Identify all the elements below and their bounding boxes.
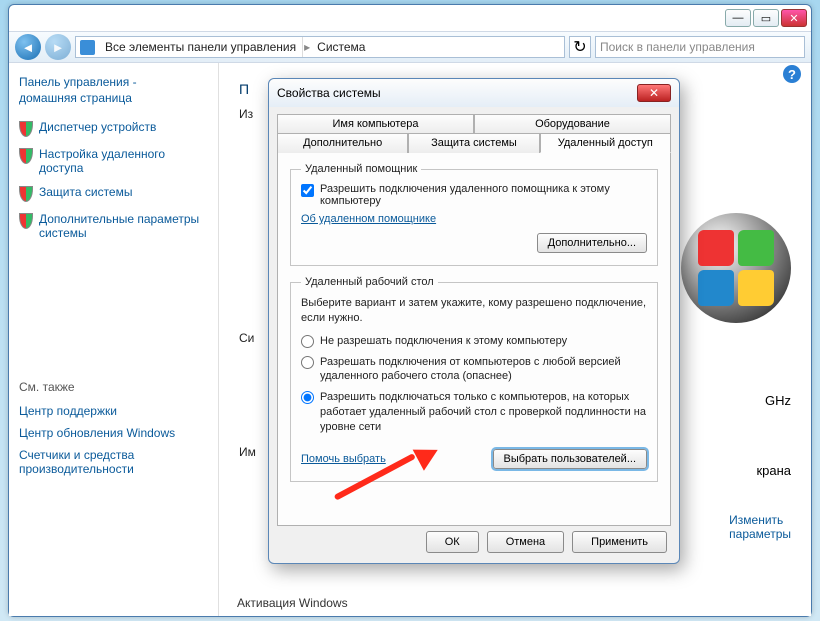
- remote-assistance-legend: Удаленный помощник: [301, 163, 421, 175]
- breadcrumb[interactable]: Все элементы панели управления ▸ Система: [75, 36, 565, 58]
- address-bar: ◄ ► Все элементы панели управления ▸ Сис…: [9, 31, 811, 63]
- close-button[interactable]: ✕: [781, 9, 807, 27]
- search-input[interactable]: Поиск в панели управления: [595, 36, 805, 58]
- dialog-close-button[interactable]: ✕: [637, 84, 671, 102]
- forward-button[interactable]: ►: [45, 34, 71, 60]
- tab-advanced[interactable]: Дополнительно: [277, 133, 408, 153]
- minimize-button[interactable]: —: [725, 9, 751, 27]
- about-remote-assistance-link[interactable]: Об удаленном помощнике: [301, 213, 436, 225]
- allow-remote-assistance-checkbox[interactable]: Разрешить подключения удаленного помощни…: [301, 183, 647, 207]
- change-settings-link[interactable]: Изменитьпараметры: [729, 513, 791, 541]
- system-properties-dialog: Свойства системы ✕ Имя компьютера Оборуд…: [268, 78, 680, 564]
- back-button[interactable]: ◄: [15, 34, 41, 60]
- cancel-button[interactable]: Отмена: [487, 531, 564, 553]
- tab-remote-content: Удаленный помощник Разрешить подключения…: [277, 152, 671, 526]
- shield-icon: [19, 213, 33, 229]
- tab-computer-name[interactable]: Имя компьютера: [277, 114, 474, 133]
- shield-icon: [19, 148, 33, 164]
- screen-label-fragment: крана: [756, 463, 791, 478]
- seealso-action-center[interactable]: Центр поддержки: [19, 404, 208, 418]
- sidebar-item-system-protection[interactable]: Защита системы: [19, 185, 208, 202]
- tab-system-protection[interactable]: Защита системы: [408, 133, 539, 153]
- seealso-windows-update[interactable]: Центр обновления Windows: [19, 426, 208, 440]
- see-also-heading: См. также: [19, 380, 208, 394]
- rdp-radio-any[interactable]: [301, 356, 314, 369]
- seealso-perf-tools[interactable]: Счетчики и средства производительности: [19, 448, 208, 476]
- rdp-option-any[interactable]: Разрешать подключения от компьютеров с л…: [301, 355, 647, 385]
- remote-desktop-description: Выберите вариант и затем укажите, кому р…: [301, 296, 647, 326]
- shield-icon: [19, 121, 33, 137]
- tab-hardware[interactable]: Оборудование: [474, 114, 671, 133]
- allow-remote-assistance-input[interactable]: [301, 184, 314, 197]
- refresh-button[interactable]: ↻: [569, 36, 591, 58]
- apply-button[interactable]: Применить: [572, 531, 667, 553]
- dialog-title-text: Свойства системы: [277, 86, 381, 100]
- breadcrumb-leaf[interactable]: Система: [311, 37, 371, 57]
- rdp-option-deny[interactable]: Не разрешать подключения к этому компьют…: [301, 334, 647, 349]
- titlebar: — ▭ ✕: [9, 5, 811, 31]
- select-users-button[interactable]: Выбрать пользователей...: [493, 449, 648, 469]
- chevron-right-icon: ▸: [304, 40, 310, 54]
- help-icon[interactable]: ?: [783, 65, 801, 83]
- remote-desktop-legend: Удаленный рабочий стол: [301, 276, 438, 288]
- rdp-radio-nla[interactable]: [301, 391, 314, 404]
- ghz-label: GHz: [765, 393, 791, 408]
- control-panel-home-link[interactable]: Панель управления -домашняя страница: [19, 75, 208, 106]
- windows-logo: [681, 213, 791, 323]
- rdp-radio-deny[interactable]: [301, 335, 314, 348]
- activation-heading: Активация Windows: [237, 596, 348, 610]
- sidebar-item-device-manager[interactable]: Диспетчер устройств: [19, 120, 208, 137]
- ok-button[interactable]: ОК: [426, 531, 479, 553]
- remote-desktop-group: Удаленный рабочий стол Выберите вариант …: [290, 276, 658, 482]
- breadcrumb-root[interactable]: Все элементы панели управления: [99, 37, 303, 57]
- remote-assistance-advanced-button[interactable]: Дополнительно...: [537, 233, 647, 253]
- tab-remote[interactable]: Удаленный доступ: [540, 133, 671, 153]
- maximize-button[interactable]: ▭: [753, 9, 779, 27]
- rdp-option-nla[interactable]: Разрешить подключаться только с компьюте…: [301, 390, 647, 435]
- dialog-titlebar[interactable]: Свойства системы ✕: [269, 79, 679, 107]
- search-placeholder: Поиск в панели управления: [600, 40, 755, 54]
- sidebar-item-advanced-settings[interactable]: Дополнительные параметры системы: [19, 212, 208, 240]
- sidebar-item-remote-settings[interactable]: Настройка удаленного доступа: [19, 147, 208, 175]
- help-me-choose-link[interactable]: Помочь выбрать: [301, 453, 386, 465]
- remote-assistance-group: Удаленный помощник Разрешить подключения…: [290, 163, 658, 266]
- sidebar: Панель управления -домашняя страница Дис…: [9, 63, 219, 616]
- shield-icon: [19, 186, 33, 202]
- control-panel-icon: [80, 40, 95, 55]
